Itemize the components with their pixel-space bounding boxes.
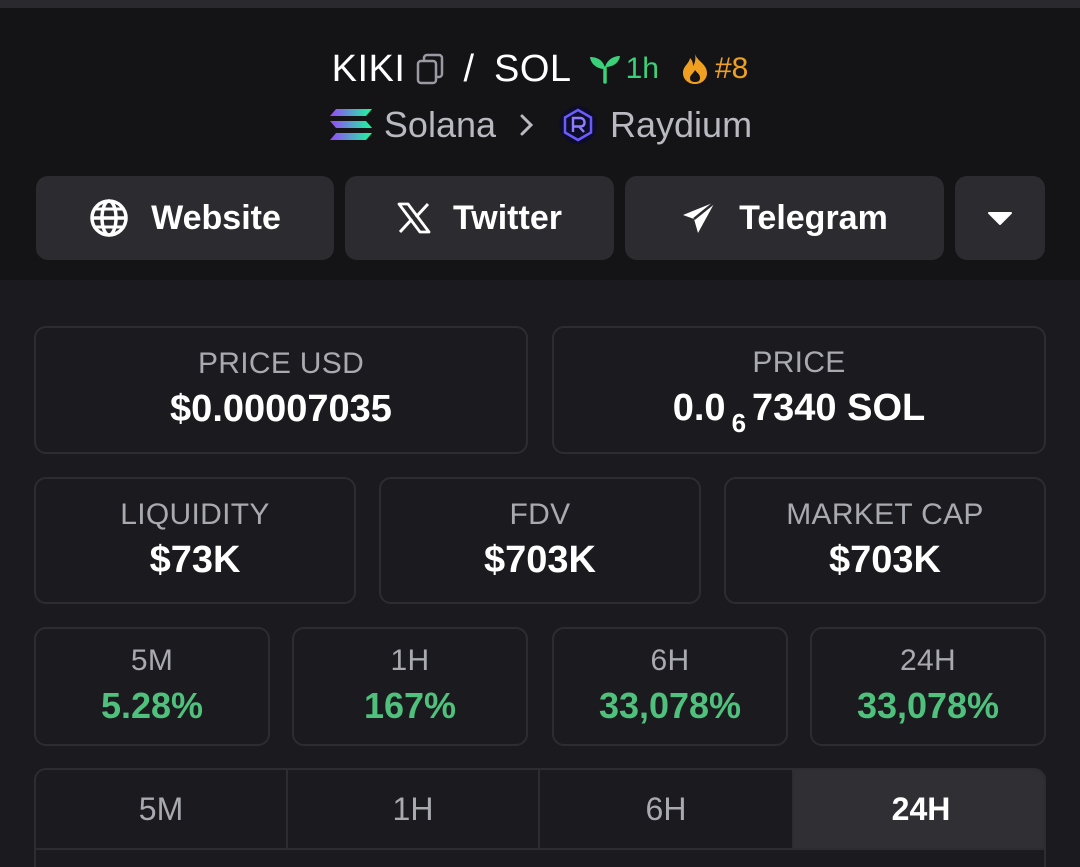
caret-down-icon xyxy=(988,212,1012,225)
pair-age: 1h xyxy=(588,52,659,86)
globe-icon xyxy=(90,199,128,237)
trending-rank[interactable]: #8 xyxy=(681,52,748,86)
price-native-value: 0.0 6 7340 SOL xyxy=(672,383,926,438)
price-usd-value: $0.00007035 xyxy=(170,388,392,430)
change-value: 33,078% xyxy=(598,684,742,726)
base-symbol: KIKI xyxy=(331,47,406,90)
tabs-divider xyxy=(36,848,1044,850)
flame-icon xyxy=(682,54,707,84)
fdv-label: FDV xyxy=(509,497,571,531)
fdv-value: $703K xyxy=(484,538,596,581)
top-strip xyxy=(0,0,1080,8)
change-label: 6H xyxy=(650,643,690,677)
solana-logo-icon xyxy=(328,107,374,143)
quote-symbol: SOL xyxy=(494,47,572,90)
price-native-card: PRICE 0.0 6 7340 SOL xyxy=(552,326,1046,454)
liquidity-label: LIQUIDITY xyxy=(120,497,270,531)
change-value: 33,078% xyxy=(856,684,1000,726)
trending-rank-text: #8 xyxy=(714,52,749,85)
market-cap-card: MARKET CAP $703K xyxy=(724,477,1046,604)
liquidity-card: LIQUIDITY $73K xyxy=(34,477,356,604)
twitter-button[interactable]: Twitter xyxy=(345,176,614,260)
pair-age-text: 1h xyxy=(625,52,659,85)
price-native-prefix: 0.0 xyxy=(672,386,726,429)
tab-5m[interactable]: 5M xyxy=(36,770,288,848)
paper-plane-icon xyxy=(683,201,716,233)
change-value: 5.28% xyxy=(100,684,204,726)
sprout-icon xyxy=(589,56,620,84)
telegram-label: Telegram xyxy=(739,198,888,237)
fdv-card: FDV $703K xyxy=(379,477,701,604)
raydium-logo-icon xyxy=(558,105,598,145)
change-label: 24H xyxy=(900,643,956,677)
more-links-button[interactable] xyxy=(955,176,1045,260)
change-label: 5M xyxy=(130,643,174,677)
price-usd-label: PRICE USD xyxy=(197,347,365,380)
liquidity-value: $73K xyxy=(149,538,241,581)
chain-breadcrumb: Solana Raydium xyxy=(0,100,1080,150)
change-card-1h[interactable]: 1H 167% xyxy=(292,627,528,746)
chain-name[interactable]: Solana xyxy=(384,104,496,146)
website-button[interactable]: Website xyxy=(36,176,334,260)
x-logo-icon xyxy=(397,202,431,234)
twitter-label: Twitter xyxy=(453,198,562,237)
telegram-button[interactable]: Telegram xyxy=(625,176,944,260)
market-cap-value: $703K xyxy=(829,538,941,581)
change-card-6h[interactable]: 6H 33,078% xyxy=(552,627,788,746)
change-card-24h[interactable]: 24H 33,078% xyxy=(810,627,1046,746)
market-cap-label: MARKET CAP xyxy=(786,497,984,531)
dex-name[interactable]: Raydium xyxy=(610,104,752,146)
pair-separator: / xyxy=(463,47,475,90)
tab-6h[interactable]: 6H xyxy=(540,770,794,848)
price-native-digits: 7340 SOL xyxy=(752,386,926,429)
pair-title: KIKI / SOL 1h #8 xyxy=(0,40,1080,98)
copy-icon[interactable] xyxy=(415,52,449,86)
change-label: 1H xyxy=(390,643,430,677)
pair-header: KIKI / SOL 1h #8 Solana Raydium Website … xyxy=(0,8,1080,280)
tab-1h[interactable]: 1H xyxy=(288,770,540,848)
price-usd-card: PRICE USD $0.00007035 xyxy=(34,326,528,454)
price-native-zero-count: 6 xyxy=(731,407,747,438)
website-label: Website xyxy=(151,198,281,237)
change-card-5m[interactable]: 5M 5.28% xyxy=(34,627,270,746)
price-native-label: PRICE xyxy=(752,345,846,379)
change-value: 167% xyxy=(363,684,457,726)
tab-24h[interactable]: 24H xyxy=(794,770,1044,848)
chevron-right-icon xyxy=(518,112,536,138)
timeframe-tabs: 5M 1H 6H 24H xyxy=(34,768,1046,867)
